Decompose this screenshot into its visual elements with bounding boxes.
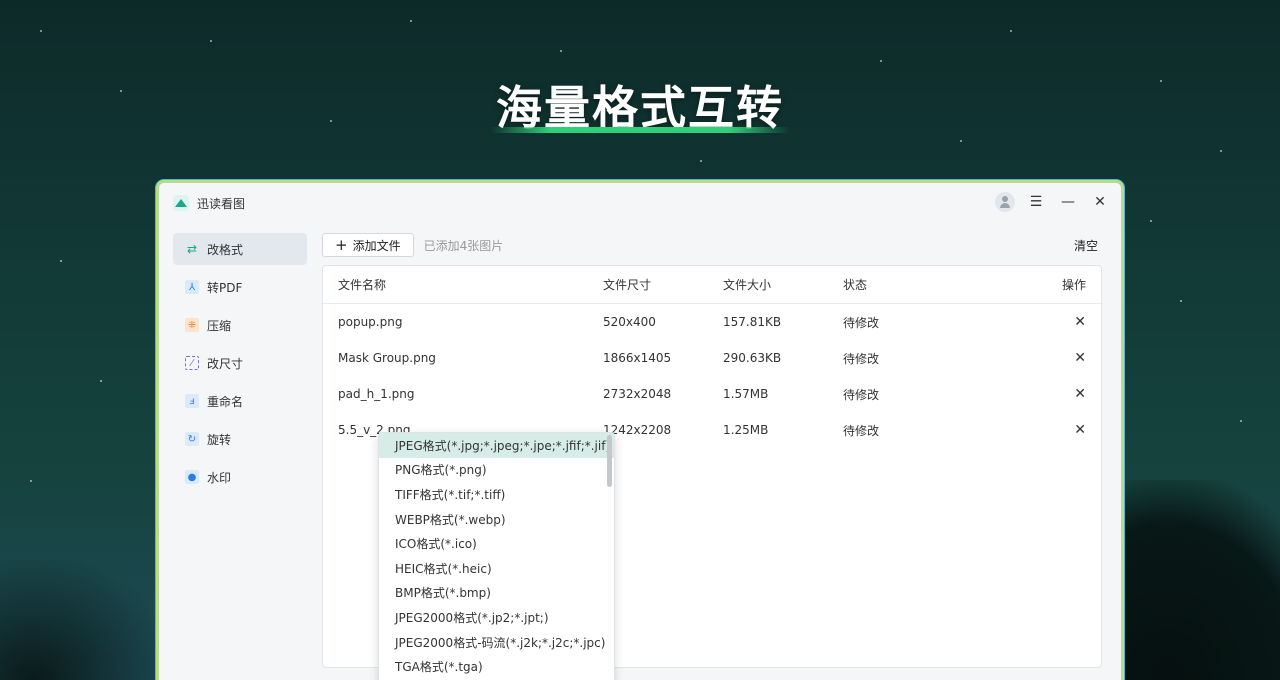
- app-logo-icon: [173, 195, 189, 211]
- sidebar-item-label: 重命名: [207, 394, 244, 409]
- format-option-webp[interactable]: WEBP格式(*.webp): [379, 507, 614, 532]
- remove-row-icon[interactable]: ✕: [1074, 386, 1086, 402]
- sidebar-item-resize[interactable]: ⁄ 改尺寸: [173, 347, 307, 379]
- resize-icon: ⁄: [185, 356, 199, 370]
- toolbar: + 添加文件 已添加4张图片 清空: [322, 233, 1102, 257]
- header-file-size: 文件大小: [723, 278, 772, 292]
- file-name: pad_h_1.png: [338, 387, 415, 401]
- sidebar-item-watermark[interactable]: ● 水印: [173, 461, 307, 493]
- hero-underline: [490, 127, 790, 133]
- minimize-icon[interactable]: —: [1057, 191, 1079, 213]
- sidebar-item-convert-format[interactable]: ⇄ 改格式: [173, 233, 307, 265]
- table-row: pad_h_1.png 2732x2048 1.57MB 待修改 ✕: [323, 376, 1101, 412]
- file-name: Mask Group.png: [338, 351, 436, 365]
- header-file-name: 文件名称: [338, 278, 387, 292]
- file-status: 待修改: [843, 351, 880, 366]
- format-option-jpeg[interactable]: JPEG格式(*.jpg;*.jpeg;*.jpe;*.jfif;*.jif): [379, 433, 614, 458]
- dropdown-scrollbar[interactable]: [607, 435, 612, 487]
- sidebar-item-rename[interactable]: ⅎ 重命名: [173, 385, 307, 417]
- sidebar-item-label: 旋转: [207, 432, 232, 447]
- swap-icon: ⇄: [186, 242, 198, 256]
- table-header: 文件名称 文件尺寸 文件大小 状态 操作: [323, 266, 1101, 304]
- app-name: 迅读看图: [197, 196, 246, 211]
- sidebar-item-compress[interactable]: ⁜ 压缩: [173, 309, 307, 341]
- file-dims: 1242x2208: [603, 423, 672, 437]
- file-size: 290.63KB: [723, 351, 782, 365]
- file-status: 待修改: [843, 423, 880, 438]
- rotate-icon: ↻: [185, 432, 199, 446]
- clear-button[interactable]: 清空: [1074, 237, 1098, 254]
- format-option-heic[interactable]: HEIC格式(*.heic): [379, 556, 614, 581]
- header-status: 状态: [843, 278, 868, 292]
- remove-row-icon[interactable]: ✕: [1074, 314, 1086, 330]
- sidebar-item-label: 改格式: [207, 242, 244, 257]
- remove-row-icon[interactable]: ✕: [1074, 422, 1086, 438]
- format-option-tiff[interactable]: TIFF格式(*.tif;*.tiff): [379, 482, 614, 507]
- compress-icon: ⁜: [185, 318, 199, 332]
- user-avatar-icon[interactable]: [995, 192, 1015, 212]
- file-size: 1.25MB: [723, 423, 769, 437]
- sidebar-item-label: 压缩: [207, 318, 232, 333]
- file-dims: 520x400: [603, 315, 656, 329]
- file-dims: 1866x1405: [603, 351, 672, 365]
- close-icon[interactable]: ✕: [1089, 191, 1111, 213]
- file-name: popup.png: [338, 315, 403, 329]
- header-file-dims: 文件尺寸: [603, 278, 652, 292]
- pdf-icon: ⅄: [185, 280, 199, 294]
- watermark-icon: ●: [185, 470, 199, 484]
- header-actions: 操作: [1061, 278, 1086, 292]
- format-option-jpeg2000[interactable]: JPEG2000格式(*.jp2;*.jpt;): [379, 605, 614, 630]
- sidebar-item-label: 水印: [207, 470, 232, 485]
- sidebar: ⇄ 改格式 ⅄ 转PDF ⁜ 压缩 ⁄ 改尺寸 ⅎ 重命名 ↻ 旋转 ● 水印: [173, 233, 307, 499]
- table-row: Mask Group.png 1866x1405 290.63KB 待修改 ✕: [323, 340, 1101, 376]
- hill-silhouette: [0, 560, 170, 680]
- file-status: 待修改: [843, 387, 880, 402]
- sidebar-item-label: 改尺寸: [207, 356, 244, 371]
- file-status: 待修改: [843, 315, 880, 330]
- remove-row-icon[interactable]: ✕: [1074, 350, 1086, 366]
- file-size: 157.81KB: [723, 315, 782, 329]
- sidebar-item-label: 转PDF: [207, 280, 243, 295]
- sidebar-item-to-pdf[interactable]: ⅄ 转PDF: [173, 271, 307, 303]
- format-option-png[interactable]: PNG格式(*.png): [379, 458, 614, 483]
- file-dims: 2732x2048: [603, 387, 672, 401]
- format-option-tga[interactable]: TGA格式(*.tga): [379, 654, 614, 679]
- menu-icon[interactable]: ☰: [1025, 191, 1047, 213]
- format-option-ico[interactable]: ICO格式(*.ico): [379, 531, 614, 556]
- format-dropdown: JPEG格式(*.jpg;*.jpeg;*.jpe;*.jfif;*.jif) …: [378, 432, 615, 680]
- rename-icon: ⅎ: [185, 394, 199, 408]
- added-count-text: 已添加4张图片: [423, 238, 504, 253]
- add-file-button[interactable]: + 添加文件: [322, 233, 414, 257]
- sidebar-item-rotate[interactable]: ↻ 旋转: [173, 423, 307, 455]
- format-option-jpeg2000-codestream[interactable]: JPEG2000格式-码流(*.j2k;*.j2c;*.jpc): [379, 630, 614, 655]
- title-bar: 迅读看图 ☰ — ✕: [159, 183, 1121, 223]
- add-file-label: 添加文件: [352, 238, 401, 253]
- app-window: 迅读看图 ☰ — ✕ ⇄ 改格式 ⅄ 转PDF ⁜ 压缩 ⁄ 改尺寸 ⅎ 重命名: [156, 180, 1124, 680]
- file-size: 1.57MB: [723, 387, 769, 401]
- table-row: popup.png 520x400 157.81KB 待修改 ✕: [323, 304, 1101, 340]
- plus-icon: +: [335, 235, 348, 254]
- format-option-bmp[interactable]: BMP格式(*.bmp): [379, 581, 614, 606]
